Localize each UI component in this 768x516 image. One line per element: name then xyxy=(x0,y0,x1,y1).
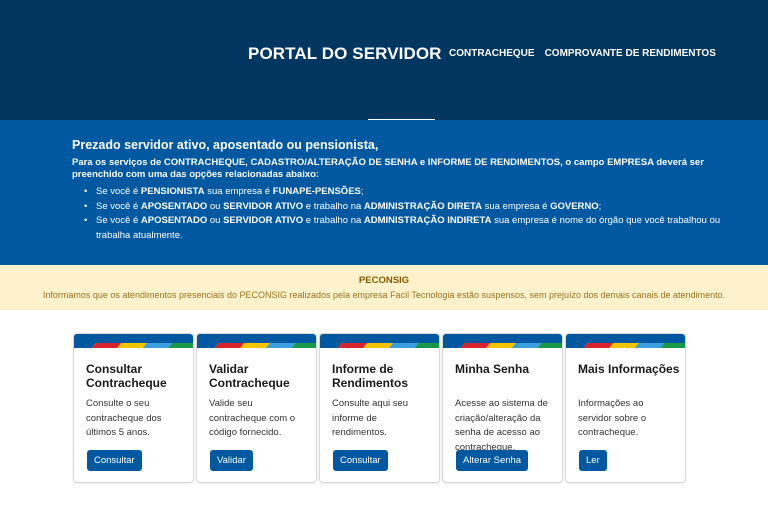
card-consultar-contracheque: Consultar Contracheque Consulte o seu co… xyxy=(73,333,194,483)
color-band xyxy=(74,334,193,348)
greeting-heading: Prezado servidor ativo, aposentado ou pe… xyxy=(72,138,379,152)
nav-comprovante-rendimentos[interactable]: COMPROVANTE DE RENDIMENTOS xyxy=(545,48,716,59)
info-banner: Prezado servidor ativo, aposentado ou pe… xyxy=(0,120,768,265)
list-item: Se você é PENSIONISTA sua empresa é FUNA… xyxy=(84,185,734,200)
card-title: Mais Informações xyxy=(578,362,680,376)
consultar-informe-button[interactable]: Consultar xyxy=(333,450,388,471)
consultar-button[interactable]: Consultar xyxy=(87,450,142,471)
card-title: Consultar Contracheque xyxy=(86,362,167,390)
color-band xyxy=(320,334,439,348)
color-band xyxy=(197,334,316,348)
card-text: Acesse ao sistema de criação/alteração d… xyxy=(455,398,548,453)
intro-text: Para os serviços de CONTRACHEQUE, CADAST… xyxy=(72,157,704,180)
color-band xyxy=(443,334,562,348)
card-text: Valide seu contracheque com o código for… xyxy=(209,398,296,438)
card-title: Informe de Rendimentos xyxy=(332,362,409,390)
list-item: Se você é APOSENTADO ou SERVIDOR ATIVO e… xyxy=(84,214,734,243)
card-title: Minha Senha xyxy=(455,362,530,376)
notice-banner: PECONSIG Informamos que os atendimentos … xyxy=(0,265,768,310)
card-text: Informações ao servidor sobre o contrach… xyxy=(578,398,647,438)
nav-contracheque[interactable]: CONTRACHEQUE xyxy=(449,48,535,59)
card-informe-rendimentos: Informe de Rendimentos Consulte aqui seu… xyxy=(319,333,440,483)
page-title: PORTAL DO SERVIDOR xyxy=(248,44,442,63)
site-header: PORTAL DO SERVIDOR CONTRACHEQUE COMPROVA… xyxy=(0,0,768,122)
company-options-list: Se você é PENSIONISTA sua empresa é FUNA… xyxy=(84,185,734,243)
card-title: Validar Contracheque xyxy=(209,362,290,390)
alterar-senha-button[interactable]: Alterar Senha xyxy=(456,450,529,471)
validar-button[interactable]: Validar xyxy=(210,450,253,471)
list-item: Se você é APOSENTADO ou SERVIDOR ATIVO e… xyxy=(84,200,734,215)
card-text: Consulte o seu contracheque dos últimos … xyxy=(86,398,162,438)
card-validar-contracheque: Validar Contracheque Valide seu contrach… xyxy=(196,333,317,483)
top-nav: CONTRACHEQUE COMPROVANTE DE RENDIMENTOS xyxy=(449,48,716,59)
service-cards: Consultar Contracheque Consulte o seu co… xyxy=(73,333,686,483)
card-minha-senha: Minha Senha Acesse ao sistema de criação… xyxy=(442,333,563,483)
color-band xyxy=(566,334,685,348)
ler-button[interactable]: Ler xyxy=(579,450,607,471)
card-text: Consulte aqui seu informe de rendimentos… xyxy=(332,398,409,438)
card-mais-informacoes: Mais Informações Informações ao servidor… xyxy=(565,333,686,483)
notice-title: PECONSIG xyxy=(358,275,410,286)
notice-text: Informamos que os atendimentos presencia… xyxy=(42,290,726,300)
